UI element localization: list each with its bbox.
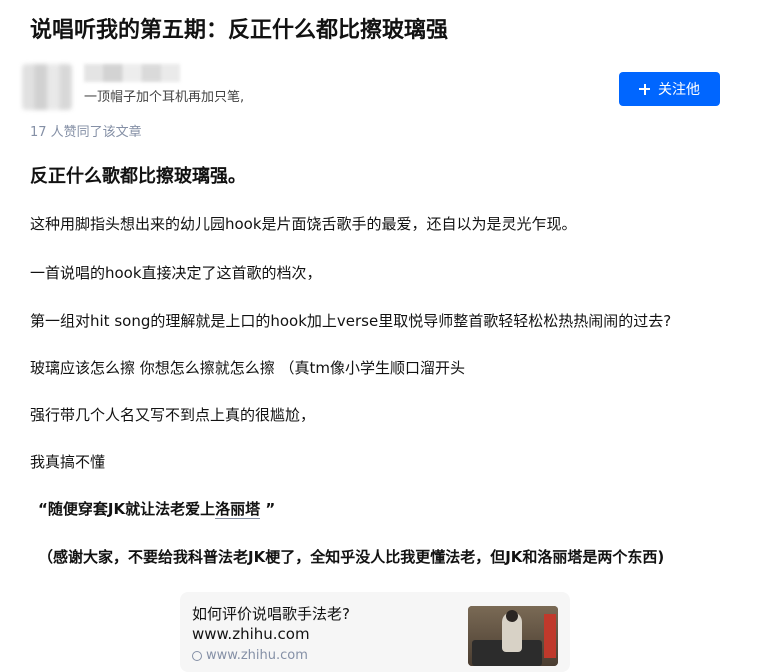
follow-button-label: 关注他 [658, 82, 700, 98]
link-card-sub: www.zhihu.com [189, 648, 308, 664]
paragraph: 强行带几个人名又写不到点上真的很尴尬， [30, 406, 316, 424]
paragraph: 玻璃应该怎么擦 你想怎么擦就怎么擦 （真tm像小学生顺口溜开头 [30, 359, 466, 377]
paragraph: 这种用脚指头想出来的幼儿园hook是片面饶舌歌手的最爱，还自以为是灵光乍现。 [30, 215, 577, 233]
upvote-count: 17 人赞同了该文章 [30, 125, 142, 140]
link-card-sub-domain: www.zhihu.com [206, 648, 308, 663]
paragraph: 我真搞不懂 [30, 453, 106, 471]
link-card[interactable]: 如何评价说唱歌手法老? www.zhihu.com www.zhihu.com [180, 592, 570, 672]
link-card-thumbnail [468, 606, 558, 666]
quote-link-lolita[interactable]: 洛丽塔 [215, 500, 261, 519]
quote-line: “随便穿套JK就让法老爱上洛丽塔 ” [38, 498, 275, 520]
quote-prefix: “随便穿套JK就让法老爱上 [38, 500, 216, 518]
article-title: 说唱听我的第五期：反正什么都比擦玻璃强 [30, 18, 449, 43]
author-headline: 一顶帽子加个耳机再加只笔, [84, 90, 245, 105]
author-name-blurred[interactable] [84, 64, 180, 82]
link-card-title: 如何评价说唱歌手法老? [192, 605, 350, 623]
article-page: 说唱听我的第五期：反正什么都比擦玻璃强 一顶帽子加个耳机再加只笔, 关注他 17… [0, 0, 759, 672]
paragraph: 第一组对hit song的理解就是上口的hook加上verse里取悦导师整首歌轻… [30, 312, 672, 330]
author-row: 一顶帽子加个耳机再加只笔, 关注他 [0, 60, 759, 120]
paragraph: 一首说唱的hook直接决定了这首歌的档次， [30, 264, 322, 282]
article-heading: 反正什么歌都比擦玻璃强。 [30, 166, 246, 187]
quote-suffix: ” [260, 500, 276, 518]
link-card-domain: www.zhihu.com [192, 625, 310, 643]
follow-button[interactable]: 关注他 [619, 72, 720, 106]
note-line: （感谢大家，不要给我科普法老JK梗了，全知乎没人比我更懂法老，但JK和洛丽塔是两… [38, 548, 665, 566]
plus-icon [639, 83, 650, 95]
link-icon [189, 648, 205, 664]
avatar[interactable] [22, 64, 72, 110]
